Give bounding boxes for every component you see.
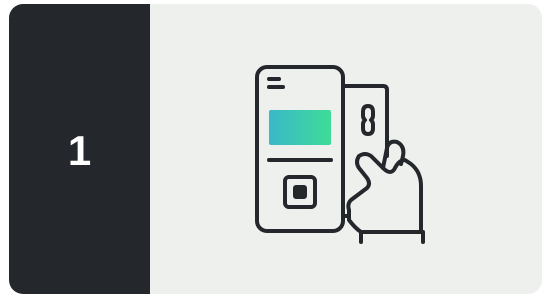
credit-card-icon xyxy=(341,84,389,218)
step-number-panel: 1 xyxy=(9,4,150,294)
step-card: 1 xyxy=(9,4,542,294)
hand-icon xyxy=(346,139,425,244)
payment-terminal-icon xyxy=(255,65,345,233)
payment-terminal-card-icon xyxy=(255,65,425,244)
terminal-screen xyxy=(269,110,331,145)
step-number: 1 xyxy=(67,127,92,174)
illustration-panel xyxy=(150,4,542,294)
